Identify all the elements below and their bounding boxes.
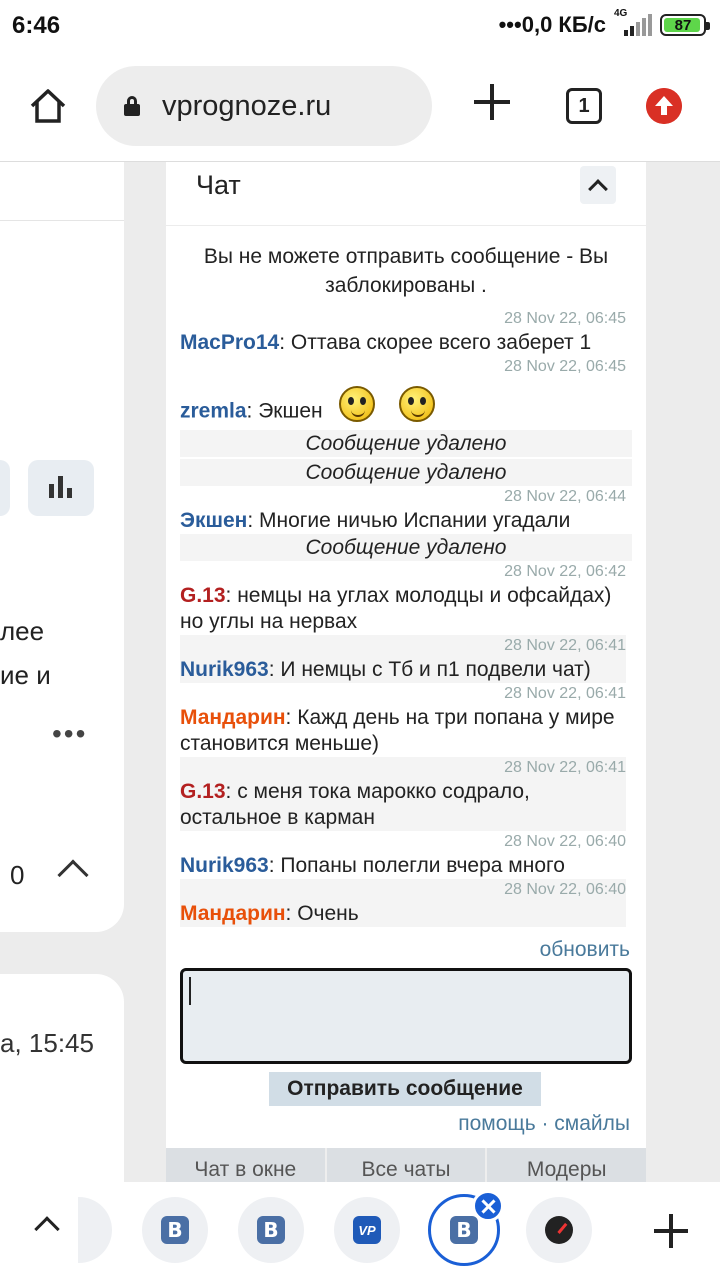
close-tab-icon[interactable] — [472, 1190, 504, 1222]
deleted-message: Сообщение удалено — [180, 430, 632, 457]
vp-icon: VP — [353, 1216, 381, 1244]
update-icon[interactable] — [646, 88, 682, 124]
more-icon[interactable]: ••• — [52, 718, 87, 750]
left-text-2: ие и — [0, 660, 51, 690]
tab-thumb[interactable]: В — [142, 1197, 208, 1263]
message-input[interactable] — [180, 968, 632, 1064]
nick[interactable]: MacPro14 — [180, 331, 279, 354]
status-right: •••0,0 КБ/с 4G 87 — [498, 8, 710, 38]
home-icon[interactable] — [28, 86, 68, 126]
chat-message: 28 Nov 22, 06:40 Мандарин: Очень — [180, 879, 626, 927]
chat-message: 28 Nov 22, 06:45 zremla: Экшен — [180, 358, 626, 423]
left-button-partial[interactable] — [0, 460, 10, 516]
tab-thumb[interactable]: VP — [334, 1197, 400, 1263]
bottom-tab-bar: В В VP В — [0, 1182, 720, 1280]
tab-all-chats[interactable]: Все чаты — [327, 1148, 488, 1182]
new-tab-plus-icon[interactable] — [654, 1214, 688, 1248]
stats-button[interactable] — [28, 460, 94, 516]
vk-icon: В — [257, 1216, 285, 1244]
chat-message: 28 Nov 22, 06:45 MacPro14: Оттава скорее… — [180, 310, 626, 354]
speed-icon — [545, 1216, 573, 1244]
help-links[interactable]: помощь · смайлы — [180, 1112, 630, 1136]
deleted-message: Сообщение удалено — [180, 459, 632, 486]
chat-message: 28 Nov 22, 06:41 Мандарин: Кажд день на … — [180, 685, 626, 755]
left-card-2: а, 15:45 — [0, 974, 124, 1182]
nick[interactable]: Мандарин — [180, 706, 286, 729]
chevron-up-icon[interactable] — [34, 1216, 60, 1242]
nick[interactable]: Мандарин — [180, 902, 286, 925]
blocked-notice: Вы не можете отправить сообщение - Вы за… — [203, 245, 609, 297]
status-time: 6:46 — [12, 12, 61, 39]
signal-icon: 4G — [614, 8, 652, 36]
network-speed: •••0,0 КБ/с — [498, 12, 606, 37]
network-type: 4G — [614, 8, 628, 19]
battery-level: 87 — [674, 16, 692, 34]
smiley-icon — [398, 386, 435, 422]
nick[interactable]: G.13 — [180, 780, 226, 803]
address-bar[interactable]: vprognoze.ru — [96, 66, 432, 146]
chat-message: 28 Nov 22, 06:44 Экшен: Многие ничью Исп… — [180, 488, 626, 532]
left-time: а, 15:45 — [0, 1028, 94, 1058]
tab-thumb-partial[interactable] — [78, 1197, 112, 1263]
refresh-link[interactable]: обновить — [180, 938, 630, 962]
chat-tabs: Чат в окне Все чаты Модеры — [166, 1148, 646, 1182]
nick[interactable]: zremla — [180, 400, 247, 423]
chat-message: 28 Nov 22, 06:40 Nurik963: Попаны полегл… — [180, 833, 626, 877]
status-bar: 6:46 •••0,0 КБ/с 4G 87 — [0, 0, 720, 52]
left-card: лее ие и ••• 0 — [0, 162, 124, 932]
vk-icon: В — [450, 1216, 478, 1244]
nick[interactable]: G.13 — [180, 584, 226, 607]
tab-thumb[interactable] — [526, 1197, 592, 1263]
battery-icon: 87 — [660, 14, 710, 36]
nick[interactable]: Nurik963 — [180, 854, 269, 877]
nick[interactable]: Nurik963 — [180, 658, 269, 681]
deleted-message: Сообщение удалено — [180, 534, 632, 561]
chat-title: Чат — [196, 170, 241, 200]
page-content: лее ие и ••• 0 а, 15:45 Чат Вы не можете… — [0, 162, 720, 1182]
chat-message: 28 Nov 22, 06:41 Nurik963: И немцы с Тб … — [180, 635, 626, 683]
chat-message: 28 Nov 22, 06:41 G.13: с меня тока марок… — [180, 757, 626, 831]
chat-header: Чат — [166, 162, 646, 226]
tab-thumb[interactable]: В — [238, 1197, 304, 1263]
tab-moderators[interactable]: Модеры — [487, 1148, 646, 1182]
vote-count: 0 — [10, 860, 25, 890]
smiley-icon — [338, 386, 375, 422]
chevron-up-icon[interactable] — [57, 859, 89, 891]
chat-widget: Чат Вы не можете отправить сообщение - В… — [166, 162, 646, 1182]
send-message-button[interactable]: Отправить сообщение — [269, 1072, 541, 1106]
left-text-1: лее — [0, 616, 45, 646]
new-tab-icon[interactable] — [472, 82, 512, 122]
nick[interactable]: Экшен — [180, 509, 247, 532]
vk-icon: В — [161, 1216, 189, 1244]
tab-switcher-button[interactable]: 1 — [566, 88, 602, 124]
tab-chat-window[interactable]: Чат в окне — [166, 1148, 327, 1182]
browser-toolbar: vprognoze.ru 1 — [0, 52, 720, 162]
chat-messages[interactable]: Вы не можете отправить сообщение - Вы за… — [180, 240, 632, 936]
lock-icon — [124, 96, 140, 116]
collapse-chevron-icon[interactable] — [580, 166, 616, 204]
chat-message: 28 Nov 22, 06:42 G.13: немцы на углах мо… — [180, 563, 626, 633]
url-text: vprognoze.ru — [162, 89, 332, 122]
